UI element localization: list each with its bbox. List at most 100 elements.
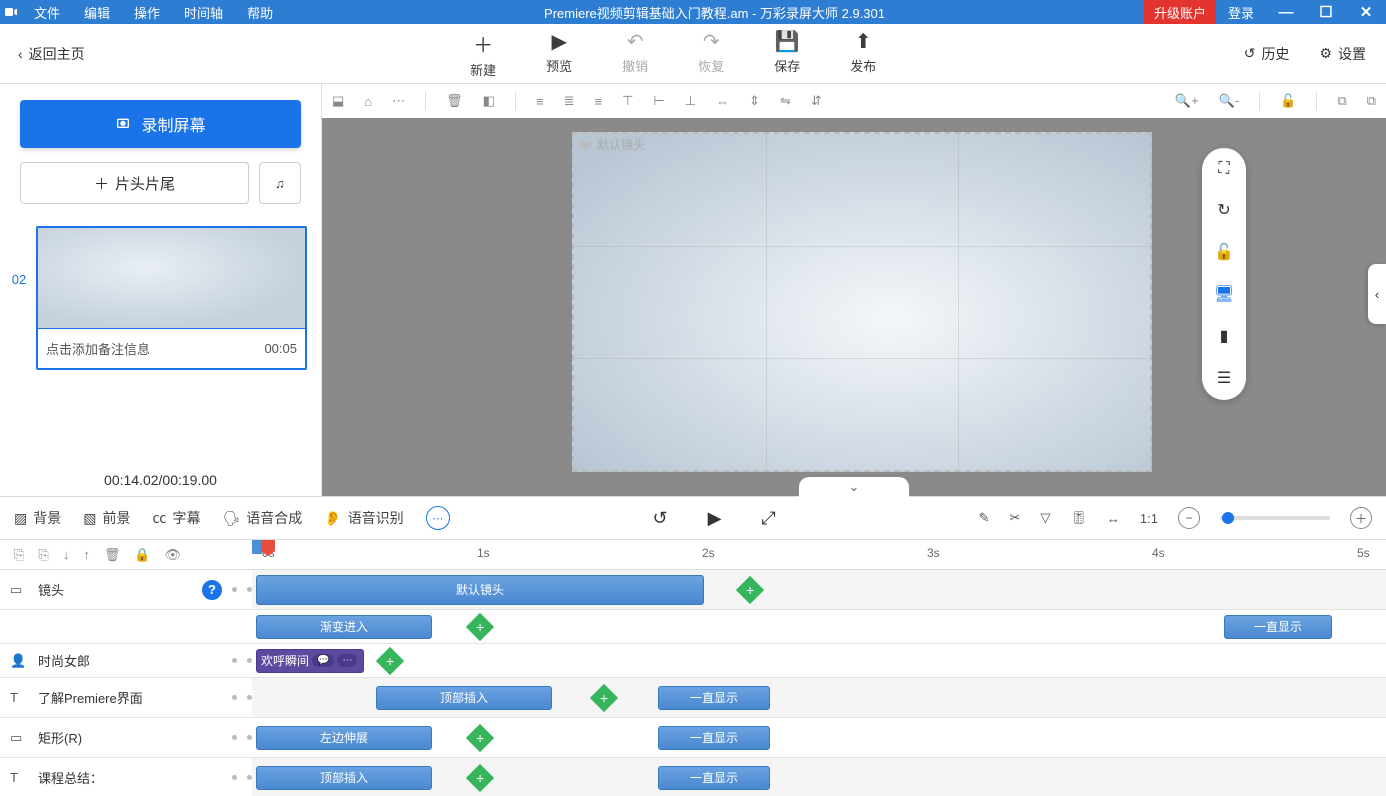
play-button[interactable]: ▶ (708, 508, 722, 529)
more-icon[interactable]: ⋯ (392, 93, 405, 109)
paste-icon[interactable]: ⧉ (1367, 93, 1376, 109)
add-keyframe-button[interactable]: + (736, 575, 764, 603)
add-out-icon[interactable]: ⎘ (38, 547, 48, 563)
crop-icon[interactable]: ◧ (483, 93, 495, 109)
fit-width-icon[interactable]: ↔ (1107, 511, 1120, 526)
more-tabs-button[interactable]: ⋯ (426, 506, 450, 530)
menu-timeline[interactable]: 时间轴 (172, 3, 235, 22)
new-button[interactable]: ＋新建 (470, 29, 496, 79)
slide-note[interactable]: 点击添加备注信息 (46, 339, 150, 358)
time-ruler[interactable]: 0s 1s 2s 3s 4s 5s (252, 540, 1386, 569)
clip-top-insert[interactable]: 顶部插入 (376, 686, 552, 710)
clip-fadein[interactable]: 渐变进入 (256, 615, 432, 639)
desktop-icon[interactable]: 🖥 (1214, 284, 1234, 304)
export-icon[interactable]: ⎘ (14, 547, 24, 563)
flip-v-icon[interactable]: ⇵ (811, 93, 822, 109)
menu-help[interactable]: 帮助 (235, 3, 285, 22)
align-bottom-icon[interactable]: ⬓ (332, 93, 344, 109)
slide-item[interactable]: 点击添加备注信息 00:05 (36, 226, 307, 370)
clip-show-always[interactable]: 一直显示 (658, 686, 770, 710)
zoom-in-icon[interactable]: 🔍+ (1175, 93, 1199, 109)
unlock-icon[interactable]: 🔓 (1280, 93, 1296, 109)
lock-icon[interactable]: 🔒 (134, 547, 150, 563)
music-button[interactable]: ♫ (259, 162, 301, 204)
zoom-out-button[interactable]: − (1178, 507, 1200, 529)
login-button[interactable]: 登录 (1216, 3, 1266, 22)
minimize-button[interactable]: — (1266, 4, 1306, 21)
edit-icon[interactable]: ✎ (979, 510, 990, 526)
mobile-icon[interactable]: ▮ (1220, 326, 1229, 346)
align-middle-icon[interactable]: ⊢ (653, 93, 664, 109)
zoom-slider[interactable] (1220, 516, 1330, 520)
filter-icon[interactable]: ▽ (1040, 510, 1050, 526)
dist-v-icon[interactable]: ⇕ (749, 93, 760, 109)
dot[interactable] (232, 695, 237, 700)
add-keyframe-button[interactable]: + (466, 612, 494, 640)
align-left-icon[interactable]: ≡ (536, 94, 544, 109)
side-collapse-button[interactable]: ‹ (1368, 264, 1386, 324)
menu-edit[interactable]: 编辑 (72, 3, 122, 22)
trash-icon[interactable]: 🗑 (104, 547, 121, 563)
expand-button[interactable]: ⤢ (761, 508, 775, 529)
clip-show-always[interactable]: 一直显示 (658, 766, 770, 790)
flip-h-icon[interactable]: ⇋ (780, 93, 791, 109)
home-icon[interactable]: ⌂ (364, 94, 372, 109)
collapse-canvas-button[interactable]: ⌄ (799, 477, 909, 497)
add-keyframe-button[interactable]: + (590, 683, 618, 711)
align-bottom2-icon[interactable]: ⊥ (685, 93, 696, 109)
tab-asr[interactable]: 👂语音识别 (324, 508, 403, 528)
arrow-down-icon[interactable]: ↓ (63, 547, 70, 562)
publish-button[interactable]: ⬆发布 (850, 29, 876, 79)
maximize-button[interactable]: ☐ (1306, 3, 1346, 21)
dot[interactable] (232, 775, 237, 780)
record-screen-button[interactable]: 录制屏幕 (20, 100, 301, 148)
menu-icon[interactable]: ☰ (1217, 368, 1231, 388)
playhead[interactable] (262, 540, 264, 569)
add-keyframe-button[interactable]: + (376, 646, 404, 674)
titles-button[interactable]: ＋ 片头片尾 (20, 162, 249, 204)
clip-top-insert[interactable]: 顶部插入 (256, 766, 432, 790)
save-button[interactable]: 💾保存 (774, 29, 800, 79)
dot[interactable] (232, 735, 237, 740)
clip-left-extend[interactable]: 左边伸展 (256, 726, 432, 750)
zoom-out-icon[interactable]: 🔍- (1219, 93, 1240, 109)
preview-button[interactable]: ▶预览 (546, 29, 572, 79)
clip-show-always[interactable]: 一直显示 (658, 726, 770, 750)
align-right-icon[interactable]: ≡ (594, 94, 602, 109)
dist-h-icon[interactable]: ⇔ (716, 94, 729, 109)
fullscreen-icon[interactable]: ⛶ (1218, 160, 1229, 178)
add-keyframe-button[interactable]: + (466, 723, 494, 751)
align-top-icon[interactable]: ⊤ (622, 93, 633, 109)
menu-file[interactable]: 文件 (22, 3, 72, 22)
add-keyframe-button[interactable]: + (466, 763, 494, 791)
redo-button[interactable]: ↷恢复 (698, 29, 724, 79)
undo-button[interactable]: ↶撤销 (622, 29, 648, 79)
dot[interactable] (232, 658, 237, 663)
clip-cheer[interactable]: 欢呼瞬间💬⋯ (256, 649, 364, 673)
lock-icon[interactable]: 🔓 (1214, 242, 1234, 262)
help-button[interactable]: ? (202, 580, 222, 600)
dot[interactable] (232, 587, 237, 592)
rotate-icon[interactable]: ↻ (1217, 200, 1230, 220)
clip-show-always[interactable]: 一直显示 (1224, 615, 1332, 639)
close-button[interactable]: ✕ (1346, 3, 1386, 21)
tab-background[interactable]: ▨背景 (14, 508, 61, 528)
settings-button[interactable]: ⚙设置 (1319, 44, 1366, 64)
copy-icon[interactable]: ⧉ (1337, 93, 1346, 109)
rewind-button[interactable]: ↺ (652, 508, 667, 529)
cut-icon[interactable]: ✂ (1010, 510, 1021, 526)
menu-action[interactable]: 操作 (122, 3, 172, 22)
arrow-up-icon[interactable]: ↑ (83, 547, 90, 562)
clip-default-lens[interactable]: 默认镜头 (256, 575, 704, 605)
trash-icon[interactable]: 🗑 (446, 93, 463, 109)
align-center-icon[interactable]: ≣ (564, 93, 575, 109)
tab-foreground[interactable]: ▧前景 (83, 508, 130, 528)
tab-subtitle[interactable]: ㏄字幕 (152, 508, 200, 528)
zoom-in-button[interactable]: ＋ (1350, 507, 1372, 529)
history-button[interactable]: ↺历史 (1244, 44, 1290, 64)
back-home-button[interactable]: ‹ 返回主页 (0, 44, 103, 64)
ratio-icon[interactable]: 1:1 (1140, 511, 1158, 526)
tab-tts[interactable]: 🗣语音合成 (222, 508, 302, 528)
eye-icon[interactable]: 👁 (165, 547, 182, 563)
upgrade-button[interactable]: 升级账户 (1144, 0, 1216, 24)
